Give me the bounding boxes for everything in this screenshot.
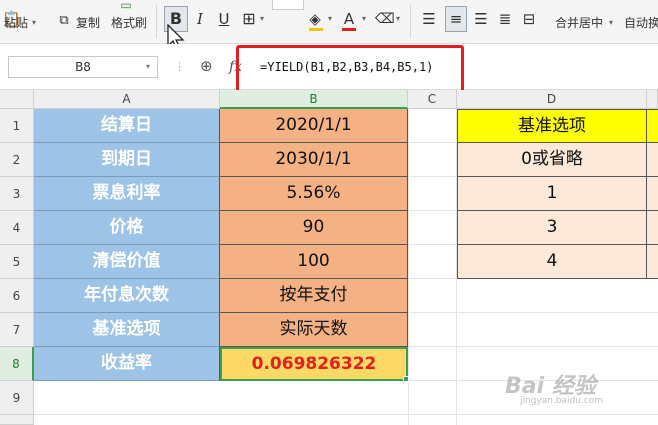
paste-dropdown-icon[interactable]: ▾ [32, 12, 36, 34]
select-all-corner[interactable] [0, 90, 34, 109]
border-dropdown-icon[interactable]: ▾ [258, 8, 266, 30]
row-header[interactable]: 1 [0, 109, 34, 143]
cell-d2[interactable]: 0或省略 [457, 143, 647, 177]
grid-line [408, 244, 457, 245]
format-painter-button[interactable]: 格式刷 [111, 12, 147, 34]
auto-wrap-button[interactable]: 自动换 [624, 12, 658, 34]
name-box-dropdown-icon[interactable]: ▾ [146, 56, 158, 78]
cell-b7[interactable]: 实际天数 [220, 313, 408, 347]
cell-a2[interactable]: 到期日 [34, 143, 220, 177]
cell-b8-result[interactable]: 0.069826322 [220, 347, 408, 381]
cell-b2[interactable]: 2030/1/1 [220, 143, 408, 177]
merge-dropdown-icon[interactable]: ▾ [609, 12, 613, 34]
column-header-c[interactable]: C [408, 90, 457, 109]
cell-a4[interactable]: 价格 [34, 211, 220, 245]
grid-line [408, 312, 658, 313]
divider [156, 4, 157, 38]
fill-color-swatch [309, 28, 323, 31]
cell-e3[interactable] [647, 177, 658, 211]
divider [410, 4, 411, 38]
row-header[interactable]: 5 [0, 245, 34, 279]
cell-a8[interactable]: 收益率 [34, 347, 220, 381]
fill-color-icon[interactable]: ◈ [306, 8, 324, 30]
copy-icon[interactable]: ⧉ [56, 10, 72, 32]
grid-line [34, 414, 658, 415]
cell-b3[interactable]: 5.56% [220, 177, 408, 211]
row-header[interactable]: 7 [0, 313, 34, 347]
name-box[interactable]: B8 [8, 56, 158, 78]
baidu-watermark-url: jingyan.baidu.com [520, 396, 604, 406]
cell-b4[interactable]: 90 [220, 211, 408, 245]
font-size-box[interactable] [272, 0, 304, 10]
row-header[interactable]: 9 [0, 381, 34, 415]
cell-a3[interactable]: 票息利率 [34, 177, 220, 211]
grid-line [408, 346, 658, 347]
fill-handle[interactable] [403, 376, 409, 382]
copy-button[interactable]: 复制 [76, 12, 100, 34]
cell-d5[interactable]: 4 [457, 245, 647, 279]
column-header-e[interactable] [647, 90, 658, 109]
cell-e1[interactable] [647, 109, 658, 143]
cell-d3[interactable]: 1 [457, 177, 647, 211]
grid-line [408, 176, 457, 177]
align-center-icon[interactable]: ≡ [445, 6, 467, 32]
grid-line [408, 210, 457, 211]
cell-d4[interactable]: 3 [457, 211, 647, 245]
column-header-a[interactable]: A [34, 90, 220, 109]
cell-a1[interactable]: 结算日 [34, 109, 220, 143]
paste-button[interactable]: 粘贴 [4, 12, 28, 34]
eraser-dropdown-icon[interactable]: ▾ [394, 8, 402, 30]
eraser-icon[interactable]: ⌫ [375, 8, 395, 30]
row-header[interactable]: 6 [0, 279, 34, 313]
row-header[interactable]: 2 [0, 143, 34, 177]
row-header[interactable] [0, 415, 34, 425]
cell-a6[interactable]: 年付息次数 [34, 279, 220, 313]
cell-d1[interactable]: 基准选项 [457, 109, 647, 143]
justify-icon[interactable]: ≣ [496, 8, 514, 30]
more-icon: ⋮ [174, 60, 185, 73]
border-icon[interactable]: ⊞ [240, 8, 258, 30]
formula-highlight-box [236, 45, 464, 93]
zoom-formula-icon[interactable]: ⊕ [200, 55, 213, 77]
cell-b5[interactable]: 100 [220, 245, 408, 279]
row-header[interactable]: 8 [0, 347, 34, 381]
font-color-icon[interactable]: A [341, 8, 357, 30]
cell-e2[interactable] [647, 143, 658, 177]
cell-b6[interactable]: 按年支付 [220, 279, 408, 313]
ribbon-toolbar: 📋 粘贴 ▾ ⧉ 复制 ▭ 格式刷 B I U ⊞ ▾ ◈ ▾ A ▾ ⌫ ▾ … [0, 0, 658, 51]
font-color-swatch [342, 28, 356, 31]
italic-button[interactable]: I [193, 8, 207, 30]
cell-e5[interactable] [647, 245, 658, 279]
font-color-dropdown-icon[interactable]: ▾ [360, 8, 368, 30]
align-right-icon[interactable]: ☰ [472, 8, 490, 30]
cell-b1[interactable]: 2020/1/1 [220, 109, 408, 143]
column-header-d[interactable]: D [457, 90, 647, 109]
align-left-icon[interactable]: ☰ [420, 8, 438, 30]
row-header[interactable]: 3 [0, 177, 34, 211]
distributed-icon[interactable]: ⊟ [520, 8, 538, 30]
cell-a5[interactable]: 清偿价值 [34, 245, 220, 279]
column-header-b[interactable]: B [220, 90, 408, 109]
fill-dropdown-icon[interactable]: ▾ [326, 8, 334, 30]
cell-a7[interactable]: 基准选项 [34, 313, 220, 347]
grid-line [408, 142, 457, 143]
merge-center-button[interactable]: 合并居中 [555, 12, 603, 34]
row-header[interactable]: 4 [0, 211, 34, 245]
underline-button[interactable]: U [216, 8, 232, 30]
cell-e4[interactable] [647, 211, 658, 245]
